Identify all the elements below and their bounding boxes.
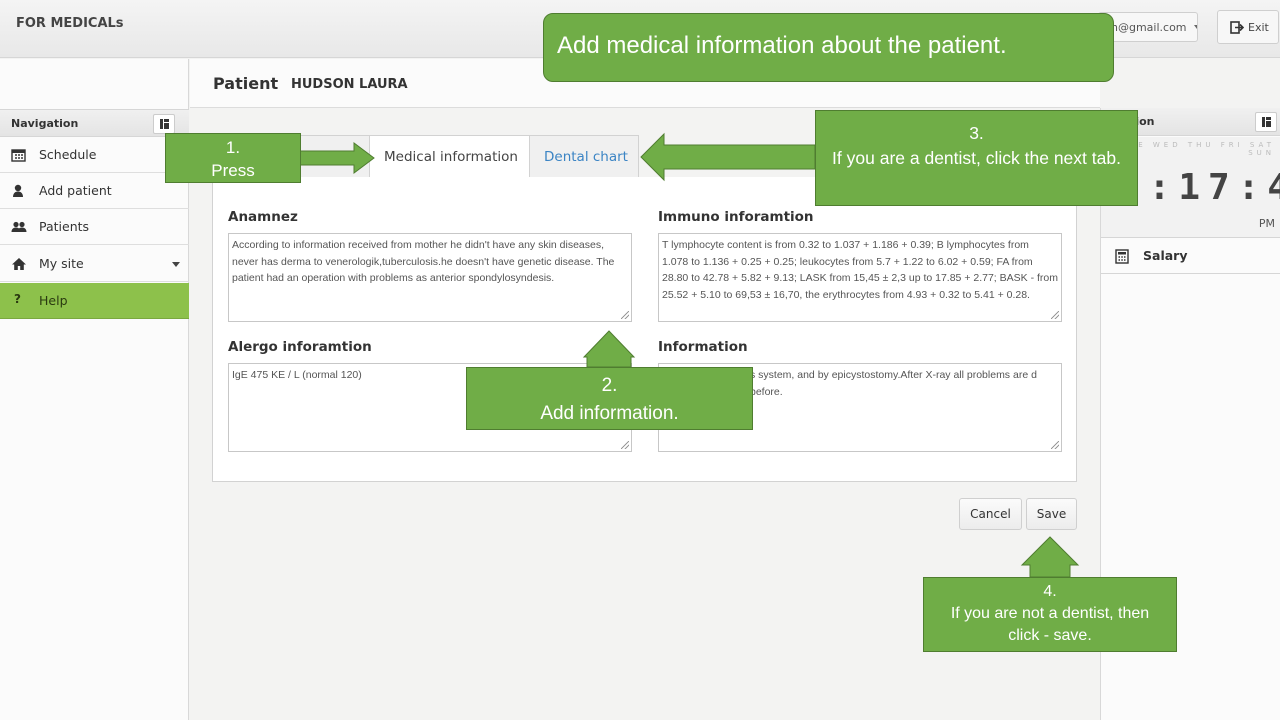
step1-number: 1.	[225, 138, 241, 157]
tutorial-title-callout: Add medical information about the patien…	[543, 13, 1114, 82]
step1-callout: 1. Press	[165, 133, 301, 183]
arrow-left-icon	[640, 132, 816, 182]
step3-text: If you are a dentist, click the next tab…	[832, 148, 1121, 168]
tutorial-title: Add medical information about the patien…	[557, 32, 1007, 59]
step2-callout: 2. Add information.	[466, 367, 753, 430]
step2-text: Add information.	[540, 403, 679, 424]
step4-callout: 4. If you are not a dentist, then click …	[923, 577, 1177, 652]
step1-text: Press	[211, 161, 255, 180]
step4-number: 4.	[1043, 583, 1057, 600]
step3-number: 3.	[969, 123, 984, 143]
arrow-up-icon	[582, 330, 636, 368]
step3-callout: 3. If you are a dentist, click the next …	[815, 110, 1138, 206]
step4-text: If you are not a dentist, then click - s…	[950, 605, 1150, 644]
arrow-up-icon	[1020, 536, 1080, 578]
arrow-right-icon	[299, 142, 375, 174]
step2-number: 2.	[601, 375, 618, 396]
